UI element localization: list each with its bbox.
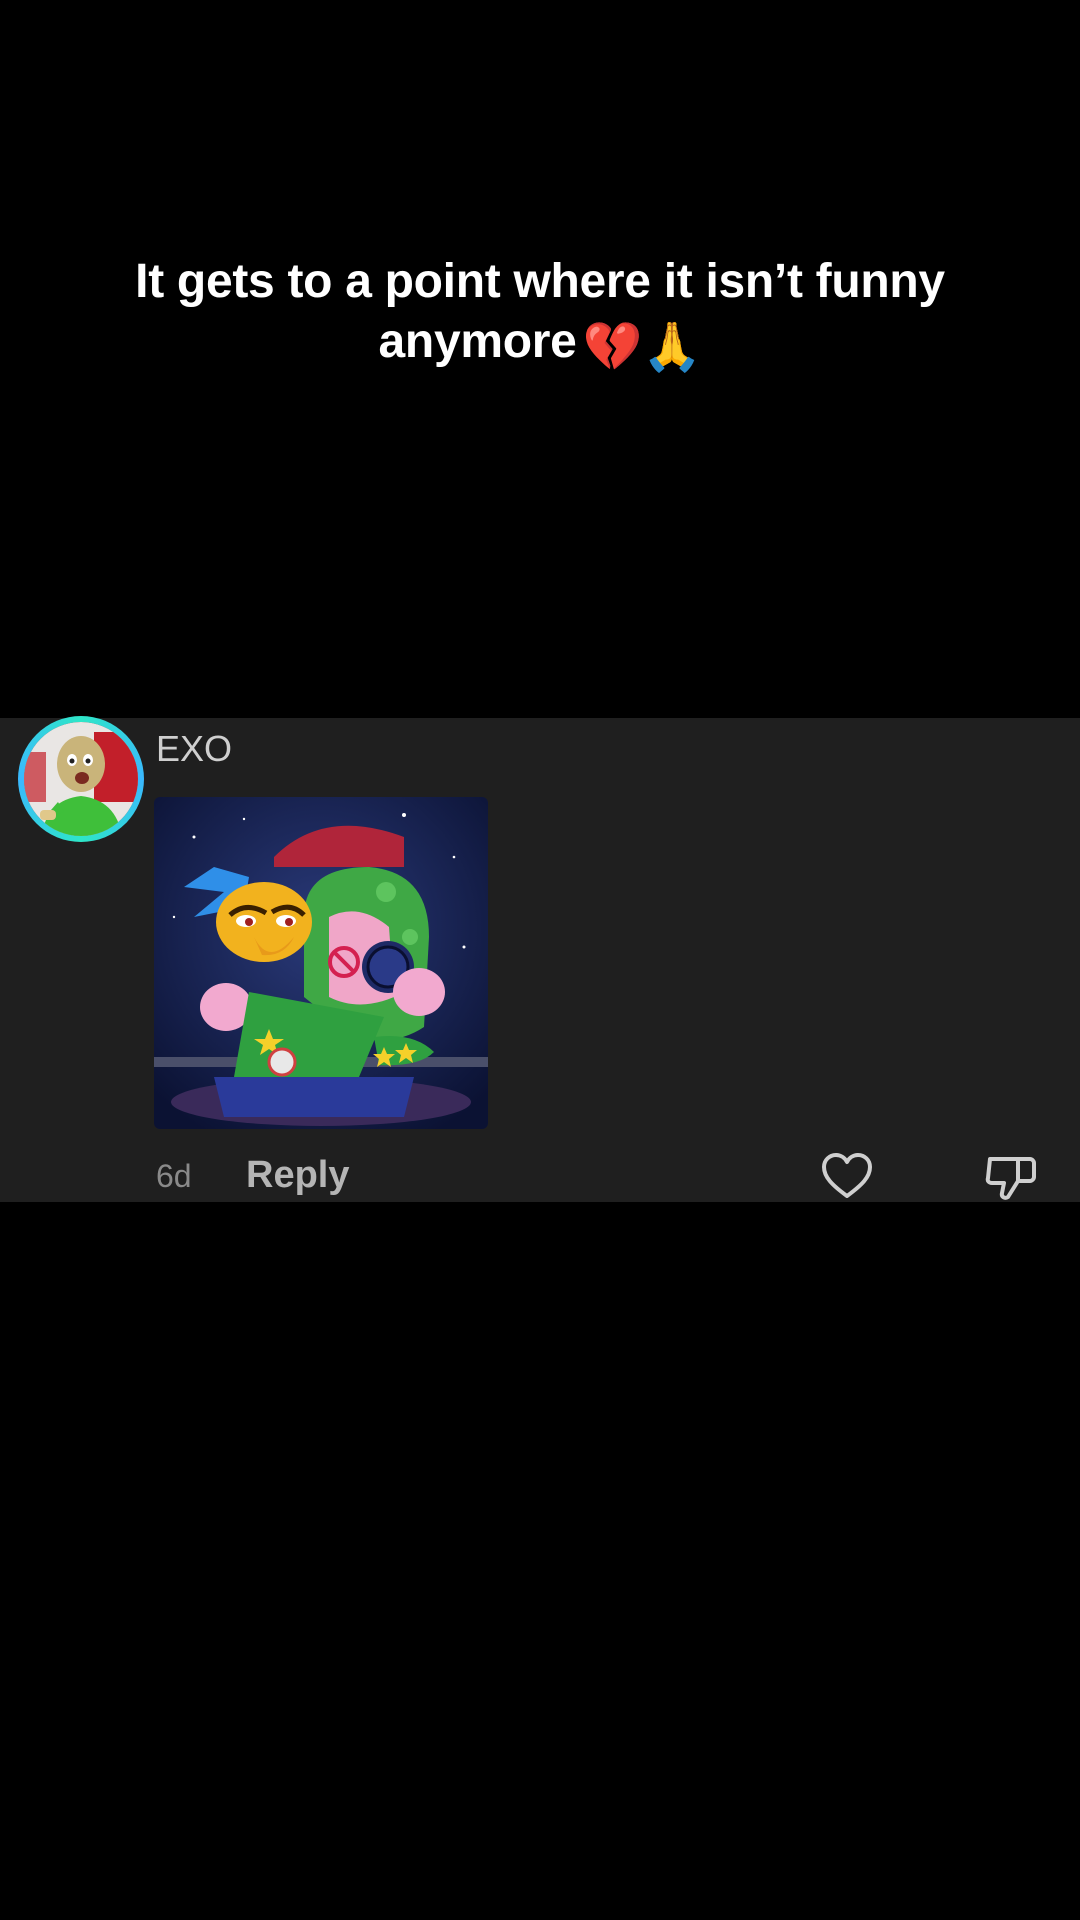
- green-character-avatar-icon: [24, 722, 138, 836]
- like-button[interactable]: [820, 1151, 874, 1201]
- video-page: It gets to a point where it isn’t funny …: [0, 0, 1080, 1920]
- cartoon-character-sticker-icon: [154, 797, 488, 1129]
- caption-line-1: It gets to a point where it isn’t funny: [135, 255, 945, 308]
- caption-line-2-text: anymore: [378, 315, 577, 368]
- caption-line-2: anymore 💔🙏: [60, 312, 1020, 378]
- comment-sticker-image[interactable]: [154, 797, 488, 1129]
- comment-username[interactable]: EXO: [156, 728, 232, 770]
- comment-timestamp: 6d: [156, 1158, 192, 1194]
- avatar[interactable]: [24, 722, 138, 836]
- avatar-ring[interactable]: [18, 716, 144, 842]
- dislike-button[interactable]: [984, 1151, 1038, 1203]
- thumbs-down-icon: [985, 1157, 1036, 1200]
- reply-button[interactable]: Reply: [246, 1154, 349, 1197]
- caption-emojis: 💔🙏: [582, 321, 702, 374]
- video-caption: It gets to a point where it isn’t funny …: [60, 252, 1020, 378]
- heart-icon: [822, 1153, 872, 1198]
